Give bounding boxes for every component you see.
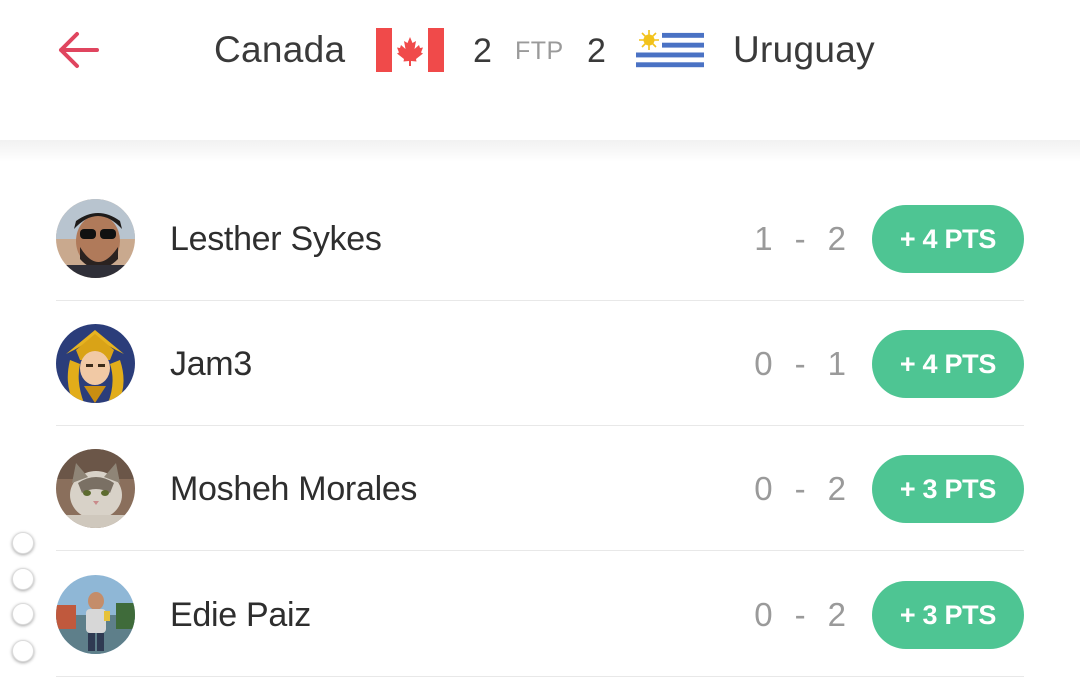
- points-badge: + 3 PTS: [872, 581, 1024, 649]
- predicted-home-score: 0: [754, 345, 773, 382]
- predicted-away-score: 2: [827, 470, 846, 507]
- predicted-score: 0 - 2: [656, 595, 846, 635]
- dot-icon: [12, 603, 34, 625]
- predicted-away-score: 2: [827, 596, 846, 633]
- predicted-score: 1 - 2: [656, 219, 846, 259]
- prediction-row[interactable]: Edie Paiz 0 - 2 + 3 PTS: [56, 551, 1024, 677]
- predicted-home-score: 1: [754, 220, 773, 257]
- player-name: Edie Paiz: [170, 596, 311, 634]
- score-separator: -: [794, 345, 806, 382]
- avatar: [56, 449, 135, 528]
- points-badge: + 4 PTS: [872, 330, 1024, 398]
- match-status: FTP: [515, 37, 564, 65]
- arrow-left-icon: [59, 32, 99, 68]
- predicted-home-score: 0: [754, 470, 773, 507]
- prediction-row[interactable]: Lesther Sykes 1 - 2 + 4 PTS: [56, 175, 1024, 301]
- home-team-name: Canada: [214, 29, 346, 70]
- dot-icon: [12, 568, 34, 590]
- canada-flag-icon: [376, 28, 444, 72]
- score-separator: -: [794, 596, 806, 633]
- away-score: 2: [587, 32, 606, 70]
- home-score: 2: [473, 32, 492, 70]
- points-badge: + 4 PTS: [872, 205, 1024, 273]
- dot-icon: [12, 532, 34, 554]
- avatar: [56, 324, 135, 403]
- back-button[interactable]: [54, 26, 104, 74]
- player-name: Jam3: [170, 345, 252, 383]
- floating-dots-handle[interactable]: [10, 530, 36, 670]
- avatar: [56, 199, 135, 278]
- prediction-row[interactable]: Jam3 0 - 1 + 4 PTS: [56, 300, 1024, 426]
- predicted-away-score: 2: [827, 220, 846, 257]
- header-divider: [0, 140, 1080, 162]
- predicted-home-score: 0: [754, 596, 773, 633]
- away-team-name: Uruguay: [733, 29, 875, 70]
- player-name: Mosheh Morales: [170, 470, 418, 508]
- predicted-score: 0 - 2: [656, 469, 846, 509]
- avatar: [56, 575, 135, 654]
- match-header: Canada 2 FTP 2 Uruguay: [0, 0, 1080, 140]
- score-separator: -: [794, 220, 806, 257]
- predicted-score: 0 - 1: [656, 344, 846, 384]
- prediction-row[interactable]: Mosheh Morales 0 - 2 + 3 PTS: [56, 425, 1024, 551]
- dot-icon: [12, 640, 34, 662]
- score-separator: -: [794, 470, 806, 507]
- predicted-away-score: 1: [827, 345, 846, 382]
- uruguay-flag-icon: [636, 28, 704, 72]
- player-name: Lesther Sykes: [170, 220, 382, 258]
- points-badge: + 3 PTS: [872, 455, 1024, 523]
